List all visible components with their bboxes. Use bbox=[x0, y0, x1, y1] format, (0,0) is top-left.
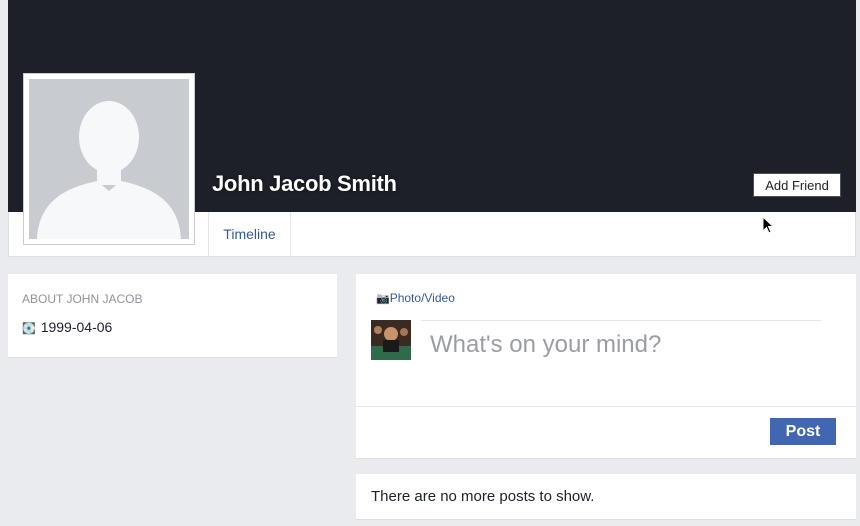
birthday-row: 💽 1999-04-06 bbox=[22, 319, 112, 335]
add-friend-button[interactable]: Add Friend bbox=[753, 173, 841, 197]
post-composer: 📷Photo/Video Post bbox=[356, 274, 856, 459]
no-more-posts-message: There are no more posts to show. bbox=[371, 488, 595, 505]
avatar bbox=[371, 320, 411, 360]
birthday-value: 1999-04-06 bbox=[40, 319, 113, 335]
tab-timeline[interactable]: Timeline bbox=[208, 212, 291, 257]
composer-divider bbox=[421, 320, 821, 321]
about-card: ABOUT JOHN JACOB 💽 1999-04-06 bbox=[8, 274, 337, 358]
photo-video-label: Photo/Video bbox=[389, 291, 455, 305]
feed-end-card: There are no more posts to show. bbox=[356, 474, 856, 520]
about-title: ABOUT JOHN JACOB bbox=[22, 292, 143, 306]
composer-footer-divider bbox=[356, 406, 856, 407]
cake-icon: 💽 bbox=[22, 323, 36, 335]
profile-name: John Jacob Smith bbox=[212, 171, 397, 196]
default-avatar-silhouette-icon bbox=[29, 79, 189, 239]
mouse-cursor-icon bbox=[762, 215, 775, 234]
status-input[interactable] bbox=[430, 327, 830, 363]
camera-icon: 📷 bbox=[376, 293, 390, 305]
profile-picture[interactable] bbox=[23, 73, 195, 245]
photo-video-tab[interactable]: 📷Photo/Video bbox=[376, 291, 455, 305]
post-button[interactable]: Post bbox=[770, 418, 836, 445]
